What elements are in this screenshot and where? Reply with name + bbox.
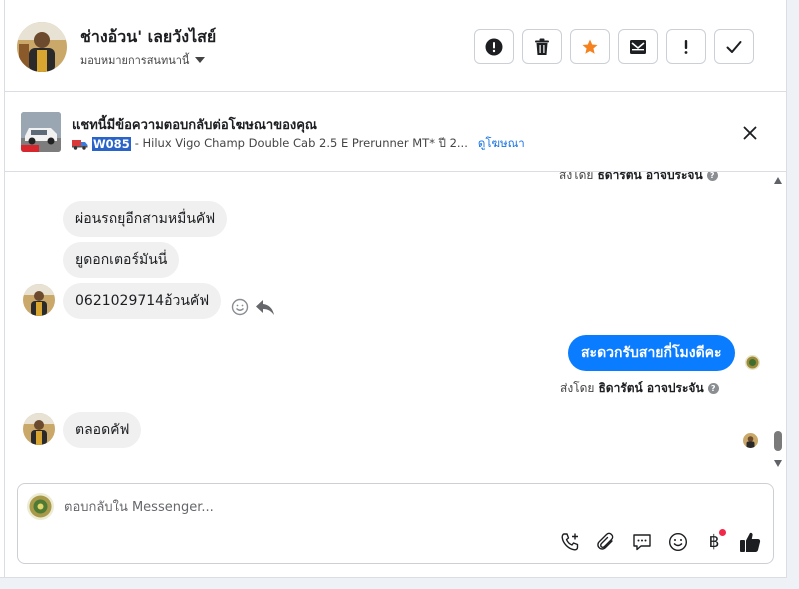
message-thread[interactable]: ส่งโดย ธิดารัตน์ อาจประจัน ? ผ่อนรถยุอีก… (5, 172, 771, 472)
delete-button[interactable] (522, 29, 562, 64)
scrollbar-thumb[interactable] (774, 431, 782, 451)
star-button[interactable] (570, 29, 610, 64)
conversation-header: ช่างอ้วน' เลยวังไสย์ มอบหมายการสนทนานี้ (5, 0, 787, 92)
view-ad-link[interactable]: ดูโฆษณา (478, 135, 525, 153)
trash-icon (535, 38, 549, 55)
message-bubble-outgoing[interactable]: สะดวกรับสายกี่โมงดีคะ (568, 335, 735, 371)
message-bubble-incoming[interactable]: ผ่อนรถยุอีกสามหมื่นคัฟ (63, 201, 228, 237)
paperclip-icon (597, 532, 614, 550)
payment-button[interactable]: ฿ (703, 529, 726, 553)
message-bubble-incoming[interactable]: 0621029714อ้วนคัฟ (63, 283, 222, 319)
report-button[interactable] (474, 29, 514, 64)
smiley-icon (668, 532, 688, 552)
notification-dot (719, 529, 726, 536)
reply-arrow-icon (256, 300, 274, 315)
ad-code: W085 (92, 137, 131, 151)
ad-title: แชทนี้มีข้อความตอบกลับต่อโฆษณาของคุณ (72, 118, 317, 133)
important-button[interactable] (666, 29, 706, 64)
composer-tools: ฿ (559, 529, 761, 553)
contact-avatar-small[interactable] (23, 284, 55, 316)
alert-circle-icon (485, 38, 503, 55)
page-avatar (27, 493, 54, 520)
mail-icon (630, 39, 646, 54)
contact-avatar-small[interactable] (23, 413, 55, 445)
baht-icon: ฿ (708, 532, 720, 552)
close-icon (743, 126, 757, 140)
sent-by-prefix: ส่งโดย (559, 172, 594, 182)
emoji-button[interactable] (667, 531, 689, 553)
check-icon (726, 40, 742, 53)
reply-composer: ฿ (17, 483, 774, 564)
truck-icon (72, 139, 88, 150)
ad-description-line: W085 - Hilux Vigo Champ Double Cab 2.5 E… (72, 135, 525, 153)
message-bubble-incoming[interactable]: ยูดอกเตอร์มันนี่ (63, 242, 180, 278)
caret-down-icon (195, 57, 206, 63)
contact-name[interactable]: ช่างอ้วน' เลยวังไสย์ (80, 25, 216, 50)
chat-bubble-icon (633, 534, 651, 551)
saved-replies-button[interactable] (631, 531, 653, 553)
message-bubble-incoming[interactable]: ตลอดคัฟ (63, 412, 142, 448)
assign-label: มอบหมายการสนทนานี้ (80, 54, 190, 67)
sent-by-label: ส่งโดย ธิดารัตน์ อาจประจัน ? (560, 379, 719, 398)
header-actions (474, 29, 754, 64)
sender-name: ธิดารัตน์ อาจประจัน (598, 381, 704, 395)
thumbs-up-icon (740, 532, 761, 552)
sent-by-prefix: ส่งโดย (560, 381, 595, 395)
contact-avatar[interactable] (17, 22, 67, 72)
star-icon (582, 39, 598, 54)
scroll-down-arrow[interactable] (774, 460, 782, 467)
sender-name: ธิดารัตน์ อาจประจัน (597, 172, 703, 182)
sent-by-label: ส่งโดย ธิดารัตน์ อาจประจัน ? (559, 172, 718, 185)
info-icon[interactable]: ? (707, 383, 719, 394)
exclamation-icon (684, 39, 688, 54)
info-icon[interactable]: ? (706, 172, 718, 181)
attach-button[interactable] (595, 531, 617, 553)
ad-thumbnail[interactable] (21, 112, 61, 152)
ad-description: - Hilux Vigo Champ Double Cab 2.5 E Prer… (134, 136, 468, 150)
like-button[interactable] (739, 531, 761, 553)
phone-add-icon (561, 533, 579, 551)
page-avatar-seen (745, 355, 760, 370)
reply-button[interactable] (255, 299, 275, 320)
react-button[interactable] (231, 298, 249, 320)
mark-done-button[interactable] (714, 29, 754, 64)
mark-unread-button[interactable] (618, 29, 658, 64)
call-button[interactable] (559, 531, 581, 553)
reply-input[interactable] (64, 497, 744, 517)
smiley-icon (231, 298, 249, 316)
scroll-up-arrow[interactable] (774, 177, 782, 184)
close-banner-button[interactable] (739, 122, 761, 144)
contact-avatar-seen (743, 433, 758, 448)
assign-conversation-dropdown[interactable]: มอบหมายการสนทนานี้ (80, 51, 206, 69)
ad-reply-banner: แชทนี้มีข้อความตอบกลับต่อโฆษณาของคุณ W08… (5, 92, 787, 172)
conversation-panel: ช่างอ้วน' เลยวังไสย์ มอบหมายการสนทนานี้ (0, 0, 787, 578)
